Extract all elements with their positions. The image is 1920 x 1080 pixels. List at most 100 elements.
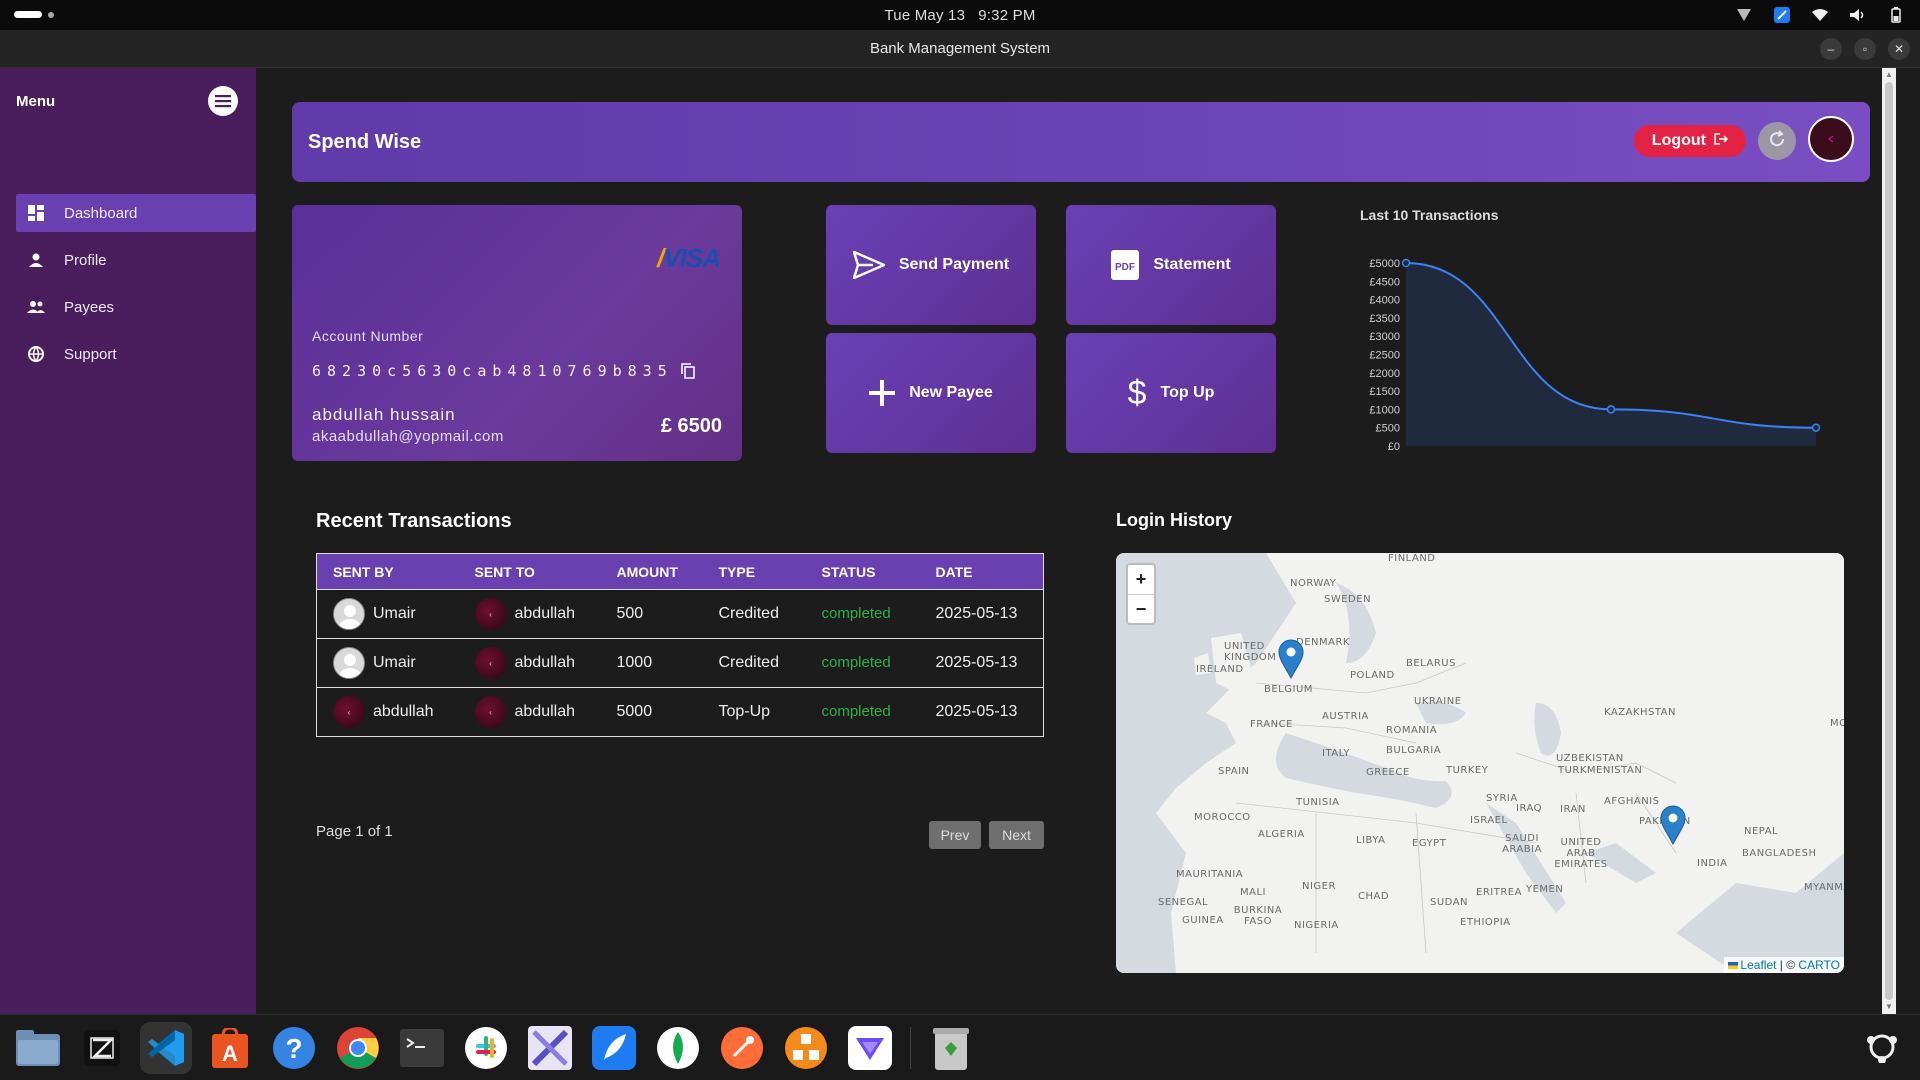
feather-icon[interactable]: [588, 1022, 640, 1074]
login-history-map[interactable]: + − FINLAND NORWAY SWEDEN DENMARK UNITED…: [1116, 553, 1844, 973]
sent-by: abdullah: [373, 703, 434, 720]
transactions-chart: Last 10 Transactions £5000 £4500 £4000 £350…: [1346, 201, 1836, 471]
account-number-value: 68230c5630cab4810769b835: [312, 362, 673, 380]
app-window: Menu Dashboard Profile Payees Support Sp…: [0, 68, 1920, 1014]
recent-transactions-title: Recent Transactions: [316, 510, 512, 532]
table-row[interactable]: Umair ‹ abdullah 1000 Credited completed …: [316, 638, 1044, 688]
map-label: SUDAN: [1430, 897, 1469, 908]
column-header: TYPE: [702, 553, 806, 590]
vpn-tray-icon[interactable]: [1734, 5, 1754, 25]
map-label: ETHIOPIA: [1460, 917, 1511, 928]
terminal-icon[interactable]: [396, 1022, 448, 1074]
table-row[interactable]: ‹ abdullah ‹ abdullah 5000 Top-Up complete…: [316, 687, 1044, 737]
map-label: IRAN: [1560, 804, 1586, 815]
maximize-button[interactable]: ▫: [1854, 38, 1876, 60]
carto-link[interactable]: CARTO: [1798, 958, 1840, 972]
app-grid-icon[interactable]: [1862, 1027, 1902, 1067]
minimize-button[interactable]: –: [1820, 38, 1842, 60]
login-history-title: Login History: [1116, 510, 1232, 530]
prev-page-button[interactable]: Prev: [929, 821, 981, 849]
status-badge: completed: [821, 703, 891, 720]
map-label: MALI: [1240, 887, 1266, 898]
zoom-in-button[interactable]: +: [1128, 565, 1154, 594]
attribution-separator: | ©: [1776, 958, 1799, 972]
logout-button[interactable]: Logout: [1633, 125, 1746, 157]
help-icon[interactable]: ?: [268, 1022, 320, 1074]
postman-icon[interactable]: [716, 1022, 768, 1074]
map-label: SAUDI ARABIA: [1502, 833, 1542, 855]
account-number-label: Account Number: [312, 328, 424, 344]
chart-point[interactable]: [1606, 405, 1616, 414]
new-payee-button[interactable]: New Payee: [826, 333, 1036, 453]
vertical-scrollbar[interactable]: ▲ ▼: [1882, 68, 1896, 1014]
zed-editor-icon[interactable]: [76, 1022, 128, 1074]
sent-to: abdullah: [514, 654, 576, 671]
map-label: CHAD: [1358, 891, 1390, 902]
map-label: EGYPT: [1412, 838, 1447, 849]
sidebar-item-profile[interactable]: Profile: [16, 241, 256, 279]
leaflet-link[interactable]: Leaflet: [1740, 958, 1776, 972]
map-label: GUINEA: [1182, 915, 1224, 926]
send-payment-label: Send Payment: [898, 256, 1010, 273]
map-label: FINLAND: [1388, 553, 1436, 564]
chart-point[interactable]: [1401, 258, 1411, 268]
ubuntu-app-icon[interactable]: [780, 1022, 832, 1074]
sidebar-nav: Dashboard Profile Payees Support: [0, 194, 256, 373]
battery-icon[interactable]: [1886, 5, 1906, 25]
activities-indicator[interactable]: [14, 11, 54, 18]
map-label: KAZAKHSTAN: [1604, 707, 1676, 718]
app-center-icon[interactable]: A: [204, 1022, 256, 1074]
statement-button[interactable]: PDF Statement: [1066, 205, 1276, 325]
top-up-button[interactable]: $ Top Up: [1066, 333, 1276, 453]
scrollbar-thumb[interactable]: [1885, 82, 1893, 1000]
sidebar-item-label: Payees: [64, 298, 115, 316]
table-row[interactable]: Umair ‹ abdullah 500 Credited completed 2…: [316, 589, 1044, 639]
files-icon[interactable]: [12, 1022, 64, 1074]
scroll-down-icon[interactable]: ▼: [1884, 1002, 1894, 1012]
date: 2025-05-13: [919, 589, 1044, 639]
column-header: DATE: [919, 553, 1044, 590]
mongodb-compass-icon[interactable]: [652, 1022, 704, 1074]
map-label: MO: [1830, 718, 1844, 729]
wifi-icon[interactable]: [1810, 5, 1830, 25]
kolourpaint-icon[interactable]: [524, 1022, 576, 1074]
vscode-icon[interactable]: [140, 1021, 192, 1074]
account-balance: £ 6500: [660, 415, 722, 437]
refresh-icon: [1767, 129, 1787, 154]
map-label: IRELAND: [1196, 664, 1244, 675]
refresh-button[interactable]: [1758, 122, 1796, 160]
map-label: NIGER: [1302, 881, 1336, 892]
map-label: MOROCCO: [1194, 812, 1251, 823]
sidebar-item-dashboard[interactable]: Dashboard: [16, 194, 256, 232]
chrome-icon[interactable]: [332, 1022, 384, 1074]
y-tick-label: £2500: [1369, 350, 1400, 362]
trash-icon[interactable]: [925, 1022, 977, 1074]
window-title-bar: Bank Management System – ▫ ✕: [0, 30, 1920, 68]
slack-icon[interactable]: [460, 1022, 512, 1074]
column-header: SENT TO: [458, 553, 601, 590]
sidebar-item-support[interactable]: Support: [16, 335, 256, 373]
copy-icon[interactable]: [681, 363, 695, 379]
hamburger-menu-icon[interactable]: [208, 86, 238, 116]
close-button[interactable]: ✕: [1888, 38, 1910, 60]
map-label: FRANCE: [1250, 719, 1293, 730]
chart-point[interactable]: [1811, 423, 1821, 432]
map-label: DENMARK: [1296, 637, 1350, 648]
visa-logo: /VISA: [657, 243, 721, 273]
user-avatar[interactable]: [1808, 116, 1854, 162]
map-label: BULGARIA: [1386, 745, 1442, 756]
next-page-button[interactable]: Next: [989, 821, 1044, 849]
zoom-out-button[interactable]: −: [1128, 594, 1154, 623]
scroll-up-icon[interactable]: ▲: [1884, 70, 1894, 80]
volume-icon[interactable]: [1848, 5, 1868, 25]
card-holder-email: akaabdullah@yopmail.com: [312, 428, 504, 445]
y-tick-label: £4500: [1369, 276, 1400, 288]
map-label: BELGIUM: [1264, 684, 1313, 695]
clock[interactable]: Tue May 13 9:32 PM: [884, 7, 1035, 24]
send-payment-button[interactable]: Send Payment: [826, 205, 1036, 325]
transactions-table: SENT BY SENT TO AMOUNT TYPE STATUS DATE …: [316, 553, 1044, 737]
proton-vpn-icon[interactable]: [844, 1022, 896, 1074]
map-label: TURKMENISTAN: [1558, 765, 1643, 776]
app-tray-icon[interactable]: [1772, 5, 1792, 25]
sidebar-item-payees[interactable]: Payees: [16, 288, 256, 326]
